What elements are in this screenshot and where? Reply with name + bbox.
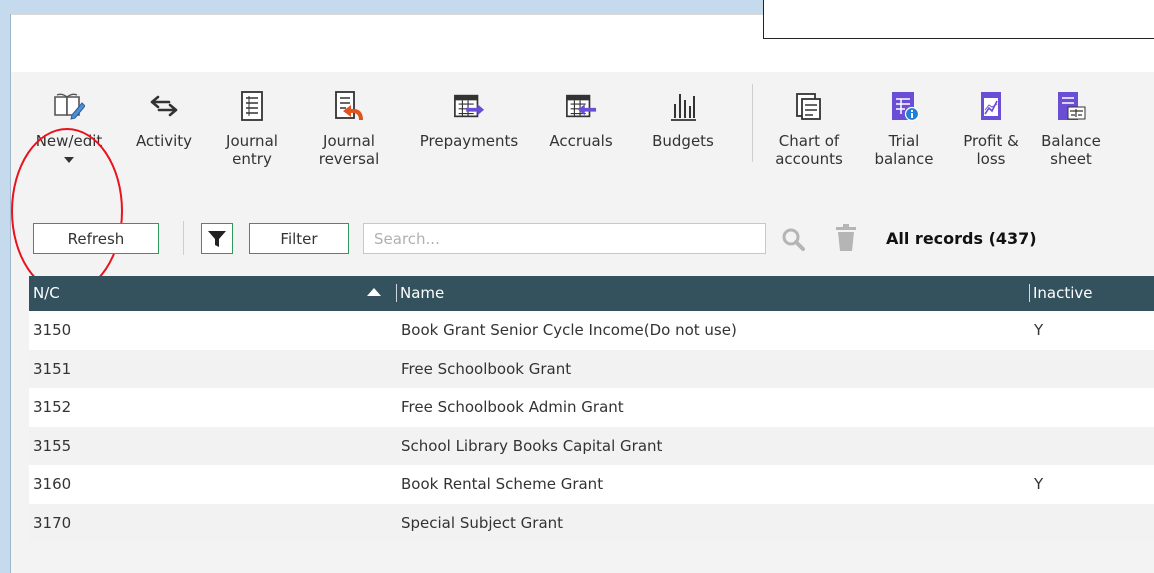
activity-button[interactable]: Activity [129, 90, 199, 150]
bar-chart-icon [667, 90, 699, 122]
refresh-button[interactable]: Refresh [33, 223, 159, 254]
journal-entry-button[interactable]: Journal entry [215, 90, 289, 168]
table-row[interactable]: 3155 School Library Books Capital Grant [29, 426, 1154, 465]
journal-reversal-label: Journal reversal [318, 132, 380, 168]
new-edit-button[interactable]: New/edit [25, 90, 113, 163]
trial-balance-label: Trial balance [874, 132, 934, 168]
trial-balance-button[interactable]: Trial balance [869, 90, 939, 168]
sort-ascending-icon[interactable] [367, 288, 381, 296]
balance-sheet-button[interactable]: Balance sheet [1035, 90, 1107, 168]
grid-toolbar: Refresh Filter All records (437) [11, 212, 1154, 276]
funnel-icon [208, 230, 226, 247]
profit-loss-icon [975, 90, 1007, 122]
journal-reversal-icon [333, 90, 365, 122]
cell-nc: 3160 [33, 475, 72, 493]
trash-icon[interactable] [835, 224, 857, 252]
prepayments-label: Prepayments [419, 132, 519, 150]
cell-inactive: Y [1034, 321, 1044, 339]
search-icon[interactable] [781, 227, 805, 251]
window-left-edge [0, 12, 10, 573]
prepayments-button[interactable]: Prepayments [407, 90, 531, 150]
cell-nc: 3151 [33, 359, 72, 378]
ribbon-separator [752, 84, 753, 162]
chart-of-accounts-label: Chart of accounts [775, 132, 843, 168]
overlay-popup [763, 0, 1154, 39]
journal-reversal-button[interactable]: Journal reversal [307, 90, 391, 168]
cell-inactive: Y [1034, 475, 1044, 493]
table-row[interactable]: 3170 Special Subject Grant [29, 503, 1154, 542]
chart-of-accounts-button[interactable]: Chart of accounts [763, 90, 855, 168]
budgets-button[interactable]: Budgets [645, 90, 721, 150]
chart-of-accounts-icon [793, 90, 825, 122]
trial-balance-icon [888, 90, 920, 122]
record-count-label: All records (437) [886, 229, 1037, 248]
accruals-label: Accruals [549, 132, 613, 150]
arrows-exchange-icon [148, 90, 180, 122]
book-pencil-icon [53, 90, 85, 122]
search-input[interactable] [363, 223, 766, 254]
table-row[interactable]: 3152 Free Schoolbook Admin Grant [29, 388, 1154, 427]
filter-toggle-button[interactable] [201, 223, 233, 254]
balance-sheet-icon [1055, 90, 1087, 122]
profit-loss-button[interactable]: Profit & loss [957, 90, 1025, 168]
profit-loss-label: Profit & loss [963, 132, 1019, 168]
journal-entry-label: Journal entry [226, 132, 278, 168]
activity-label: Activity [135, 132, 193, 150]
column-header-name[interactable]: Name [396, 284, 444, 302]
prepayments-icon [453, 90, 485, 122]
cell-name: Book Grant Senior Cycle Income(Do not us… [401, 321, 737, 339]
balance-sheet-label: Balance sheet [1041, 132, 1101, 168]
filter-button[interactable]: Filter [249, 223, 349, 254]
accounts-grid: N/C Name Inactive 3150 Book Grant Senior… [29, 276, 1154, 542]
cell-name: Special Subject Grant [401, 513, 564, 532]
cell-nc: 3150 [33, 321, 72, 339]
budgets-label: Budgets [652, 132, 714, 150]
cell-nc: 3170 [33, 513, 72, 532]
grid-header: N/C Name Inactive [29, 276, 1154, 311]
accruals-icon [565, 90, 597, 122]
column-header-nc[interactable]: N/C [33, 284, 60, 302]
table-row[interactable]: 3151 Free Schoolbook Grant [29, 349, 1154, 388]
cell-nc: 3155 [33, 436, 72, 455]
cell-name: School Library Books Capital Grant [401, 436, 663, 455]
table-row[interactable]: 3160 Book Rental Scheme Grant Y [29, 465, 1154, 504]
chevron-down-icon[interactable] [64, 157, 74, 163]
cell-name: Free Schoolbook Admin Grant [401, 398, 624, 416]
ribbon: New/edit Activity Journal entry Journal … [11, 72, 1154, 212]
journal-icon [236, 90, 268, 122]
column-header-inactive[interactable]: Inactive [1029, 284, 1093, 302]
new-edit-label: New/edit [35, 132, 103, 150]
cell-nc: 3152 [33, 398, 72, 416]
toolbar-separator [183, 221, 184, 255]
cell-name: Free Schoolbook Grant [401, 359, 572, 378]
table-row[interactable]: 3150 Book Grant Senior Cycle Income(Do n… [29, 311, 1154, 350]
app-window: New/edit Activity Journal entry Journal … [10, 14, 1154, 573]
accruals-button[interactable]: Accruals [541, 90, 621, 150]
cell-name: Book Rental Scheme Grant [401, 475, 604, 493]
